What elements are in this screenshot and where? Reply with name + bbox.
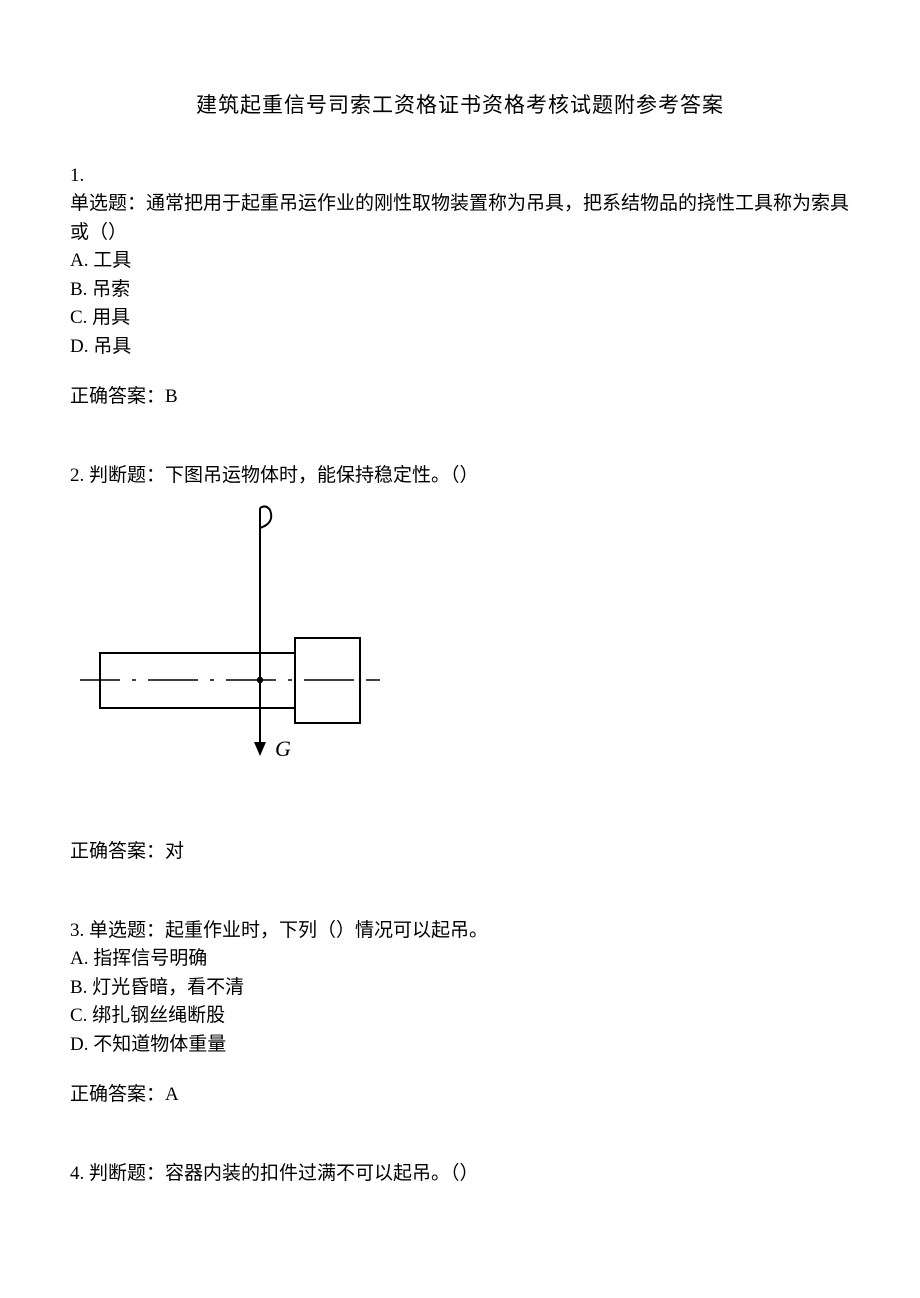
cg-point-icon [257, 677, 263, 683]
q3-option-c: C. 绑扎钢丝绳断股 [70, 1002, 850, 1031]
q1-option-d: D. 吊具 [70, 333, 850, 362]
q3-answer: 正确答案：A [70, 1081, 850, 1110]
hook-icon [260, 506, 271, 528]
q1-number: 1. [70, 162, 850, 191]
q1-option-c: C. 用具 [70, 304, 850, 333]
arrow-down-icon [254, 742, 266, 756]
q3-option-a: A. 指挥信号明确 [70, 945, 850, 974]
q3-option-b: B. 灯光昏暗，看不清 [70, 974, 850, 1003]
q2-answer: 正确答案：对 [70, 838, 850, 867]
question-2: 2. 判断题：下图吊运物体时，能保持稳定性。（） G [70, 462, 850, 867]
g-label: G [275, 736, 291, 761]
q2-diagram: G [70, 498, 850, 778]
q1-option-a: A. 工具 [70, 247, 850, 276]
page-title: 建筑起重信号司索工资格证书资格考核试题附参考答案 [70, 90, 850, 122]
question-4: 4. 判断题：容器内装的扣件过满不可以起吊。（） [70, 1160, 850, 1189]
q1-stem: 单选题：通常把用于起重吊运作业的刚性取物装置称为吊具，把系结物品的挠性工具称为索… [70, 190, 850, 247]
question-3: 3. 单选题：起重作业时，下列（）情况可以起吊。 A. 指挥信号明确 B. 灯光… [70, 917, 850, 1110]
q4-line: 4. 判断题：容器内装的扣件过满不可以起吊。（） [70, 1160, 850, 1189]
q2-line: 2. 判断题：下图吊运物体时，能保持稳定性。（） [70, 462, 850, 491]
question-1: 1. 单选题：通常把用于起重吊运作业的刚性取物装置称为吊具，把系结物品的挠性工具… [70, 162, 850, 412]
q3-option-d: D. 不知道物体重量 [70, 1031, 850, 1060]
document-page: 建筑起重信号司索工资格证书资格考核试题附参考答案 1. 单选题：通常把用于起重吊… [0, 0, 920, 1298]
q1-option-b: B. 吊索 [70, 276, 850, 305]
q1-answer: 正确答案：B [70, 383, 850, 412]
lifting-diagram-svg: G [70, 498, 390, 778]
q3-line: 3. 单选题：起重作业时，下列（）情况可以起吊。 [70, 917, 850, 946]
